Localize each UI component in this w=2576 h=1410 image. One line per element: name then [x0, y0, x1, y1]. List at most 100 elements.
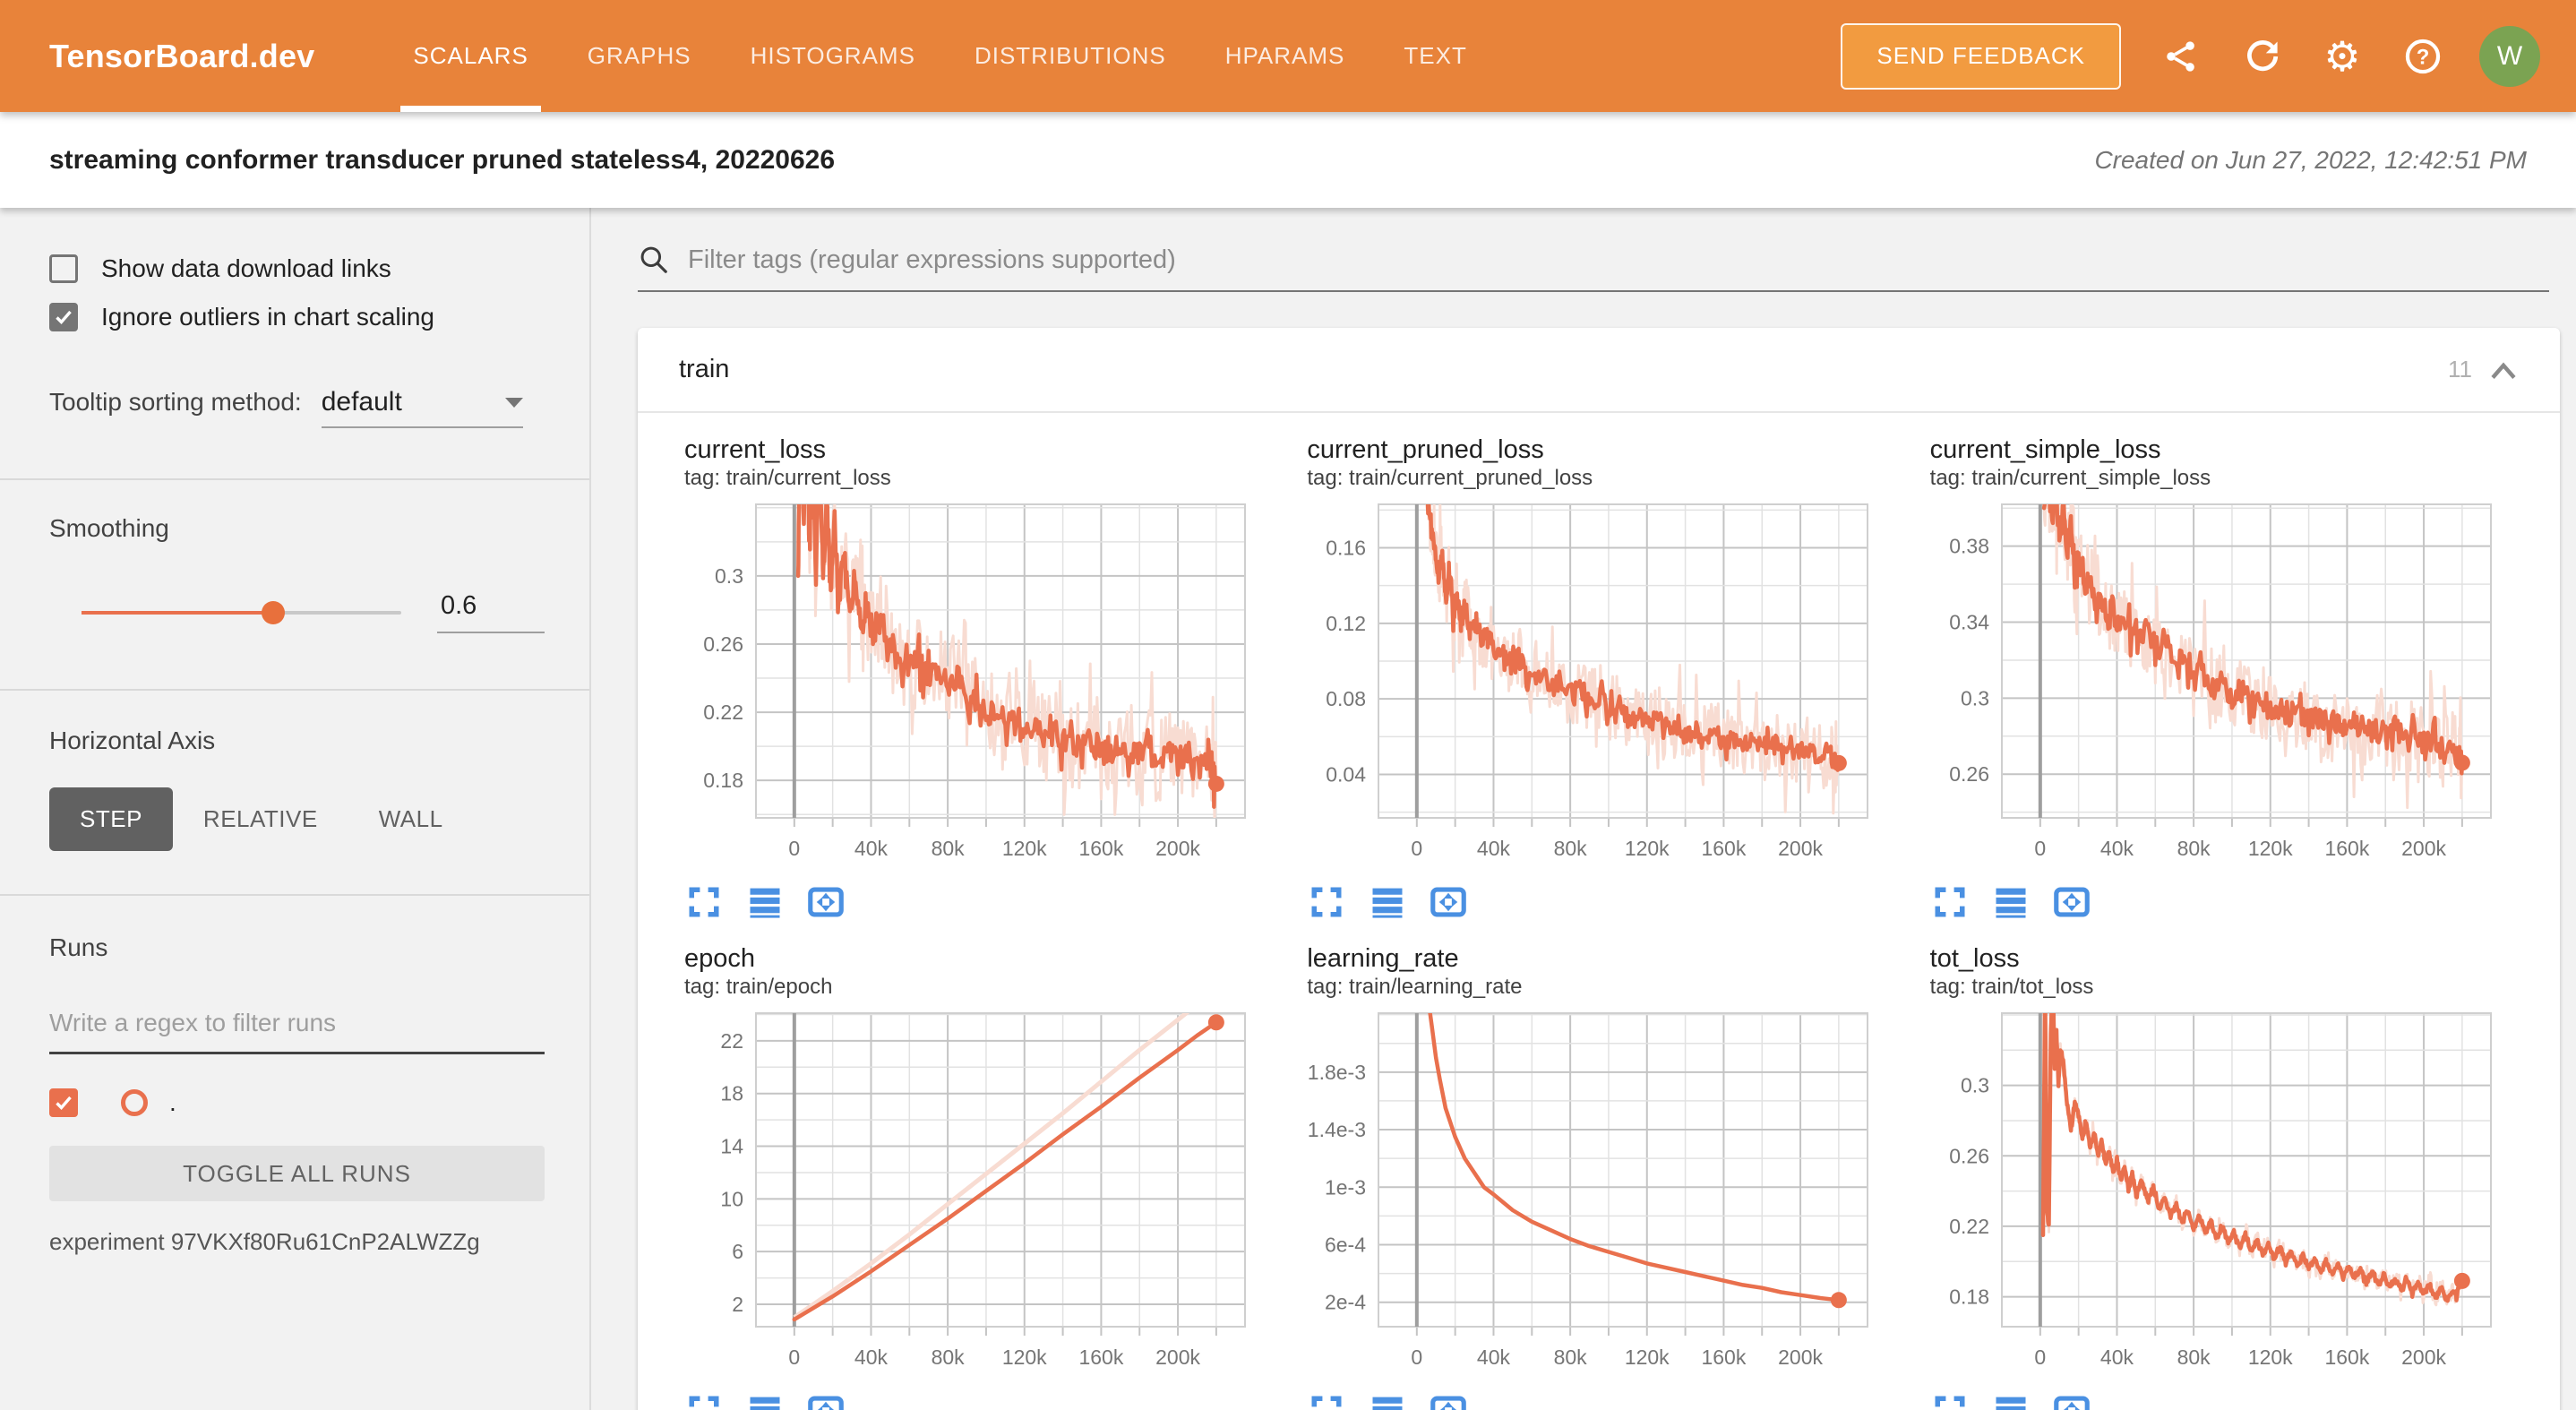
svg-text:18: 18	[720, 1082, 743, 1105]
chart-plot-epoch[interactable]: 2610141822040k80k120k160k200k	[684, 1008, 1258, 1380]
data-table-icon[interactable]	[1991, 882, 2031, 922]
svg-text:120k: 120k	[1002, 1346, 1047, 1369]
chart-toolbar	[1307, 1391, 1904, 1410]
chart-card-epoch: epochtag: train/epoch2610141822040k80k12…	[674, 943, 1282, 1410]
svg-text:0.26: 0.26	[703, 632, 743, 656]
svg-text:0: 0	[1412, 837, 1423, 860]
toggle-all-runs-button[interactable]: TOGGLE ALL RUNS	[49, 1146, 545, 1201]
fit-domain-icon[interactable]	[1429, 882, 1468, 922]
tag-filter-placeholder: Filter tags (regular expressions support…	[688, 245, 1176, 275]
data-table-icon[interactable]	[745, 882, 785, 922]
fit-domain-icon[interactable]	[2052, 882, 2091, 922]
tooltip-sorting-row: Tooltip sorting method: default	[49, 387, 545, 428]
svg-text:0.26: 0.26	[1949, 762, 1989, 786]
svg-text:0.3: 0.3	[1961, 686, 1989, 709]
show-download-links-checkbox[interactable]: Show data download links	[49, 254, 545, 283]
chart-card-current_loss: current_losstag: train/current_loss0.180…	[674, 434, 1282, 922]
svg-text:120k: 120k	[2247, 837, 2292, 860]
data-table-icon[interactable]	[1368, 1391, 1407, 1410]
run-color-swatch[interactable]	[121, 1089, 148, 1116]
svg-text:1e-3: 1e-3	[1325, 1175, 1366, 1199]
tab-graphs[interactable]: GRAPHS	[588, 0, 691, 112]
data-table-icon[interactable]	[1368, 882, 1407, 922]
tooltip-sorting-label: Tooltip sorting method:	[49, 388, 302, 417]
chart-title: learning_rate	[1307, 943, 1904, 974]
svg-text:40k: 40k	[2100, 1346, 2134, 1369]
svg-text:40k: 40k	[1477, 837, 1511, 860]
svg-text:2e-4: 2e-4	[1325, 1291, 1366, 1314]
tab-scalars[interactable]: SCALARS	[413, 0, 528, 112]
section-title: train	[679, 355, 729, 384]
axis-option-wall[interactable]: WALL	[348, 787, 474, 851]
svg-text:?: ?	[2417, 45, 2430, 69]
axis-option-relative[interactable]: RELATIVE	[173, 787, 348, 851]
chart-plot-learning_rate[interactable]: 2e-46e-41e-31.4e-31.8e-3040k80k120k160k2…	[1307, 1008, 1880, 1380]
svg-text:0: 0	[788, 1346, 800, 1369]
train-section-header[interactable]: train 11	[638, 328, 2560, 413]
ignore-outliers-checkbox[interactable]: Ignore outliers in chart scaling	[49, 303, 545, 331]
tab-histograms[interactable]: HISTOGRAMS	[751, 0, 915, 112]
chart-title: current_simple_loss	[1930, 434, 2528, 465]
fit-domain-icon[interactable]	[806, 882, 846, 922]
chart-plot-tot_loss[interactable]: 0.180.220.260.3040k80k120k160k200k	[1930, 1008, 2503, 1380]
expand-icon[interactable]	[684, 1391, 724, 1410]
svg-text:120k: 120k	[1625, 837, 1670, 860]
expand-icon[interactable]	[684, 882, 724, 922]
expand-icon[interactable]	[1930, 882, 1970, 922]
svg-text:0.22: 0.22	[703, 701, 743, 724]
chart-card-current_simple_loss: current_simple_losstag: train/current_si…	[1919, 434, 2528, 922]
svg-text:200k: 200k	[2401, 837, 2446, 860]
svg-text:200k: 200k	[1155, 837, 1200, 860]
chart-plot-current_pruned_loss[interactable]: 0.040.080.120.16040k80k120k160k200k	[1307, 499, 1880, 872]
chart-tag: tag: train/tot_loss	[1930, 974, 2528, 1001]
share-icon[interactable]	[2160, 36, 2202, 77]
checkbox-icon[interactable]	[49, 254, 78, 283]
chart-tag: tag: train/epoch	[684, 974, 1282, 1001]
checkbox-icon[interactable]	[49, 303, 78, 331]
smoothing-slider[interactable]	[82, 611, 401, 615]
axis-option-step[interactable]: STEP	[49, 787, 173, 851]
fit-domain-icon[interactable]	[1429, 1391, 1468, 1410]
refresh-icon[interactable]	[2241, 36, 2282, 77]
chart-card-tot_loss: tot_losstag: train/tot_loss0.180.220.260…	[1919, 943, 2528, 1410]
slider-thumb[interactable]	[262, 601, 285, 624]
avatar[interactable]: W	[2479, 26, 2540, 87]
svg-text:6e-4: 6e-4	[1325, 1233, 1366, 1256]
svg-text:22: 22	[720, 1029, 743, 1053]
data-table-icon[interactable]	[745, 1391, 785, 1410]
fit-domain-icon[interactable]	[2052, 1391, 2091, 1410]
expand-icon[interactable]	[1307, 1391, 1346, 1410]
tab-distributions[interactable]: DISTRIBUTIONS	[975, 0, 1166, 112]
chart-plot-current_loss[interactable]: 0.180.220.260.3040k80k120k160k200k	[684, 499, 1258, 872]
settings-icon[interactable]: ⚙	[2322, 36, 2363, 77]
tab-hparams[interactable]: HPARAMS	[1225, 0, 1345, 112]
tag-filter-input[interactable]: Filter tags (regular expressions support…	[638, 244, 2549, 292]
svg-text:40k: 40k	[1477, 1346, 1511, 1369]
svg-text:0.26: 0.26	[1949, 1144, 1989, 1167]
svg-text:1.4e-3: 1.4e-3	[1308, 1118, 1366, 1141]
run-checkbox[interactable]	[49, 1088, 78, 1117]
svg-text:6: 6	[732, 1240, 743, 1263]
chart-plot-current_simple_loss[interactable]: 0.260.30.340.38040k80k120k160k200k	[1930, 499, 2503, 872]
horizontal-axis-label: Horizontal Axis	[49, 726, 545, 755]
smoothing-label: Smoothing	[49, 514, 545, 543]
fit-domain-icon[interactable]	[806, 1391, 846, 1410]
app-logo[interactable]: TensorBoard.dev	[49, 38, 314, 75]
train-section-card: train 11 current_losstag: train/current_…	[638, 328, 2560, 1410]
expand-icon[interactable]	[1307, 882, 1346, 922]
svg-text:120k: 120k	[1625, 1346, 1670, 1369]
chart-tag: tag: train/learning_rate	[1307, 974, 1904, 1001]
help-icon[interactable]: ?	[2402, 36, 2443, 77]
runs-filter-input[interactable]: Write a regex to filter runs	[49, 1009, 545, 1054]
svg-text:0.16: 0.16	[1327, 536, 1367, 559]
data-table-icon[interactable]	[1991, 1391, 2031, 1410]
runs-label: Runs	[49, 933, 545, 962]
send-feedback-button[interactable]: SEND FEEDBACK	[1841, 23, 2121, 90]
tab-text[interactable]: TEXT	[1404, 0, 1466, 112]
chevron-up-icon[interactable]	[2488, 359, 2519, 381]
chart-toolbar	[684, 882, 1282, 922]
tooltip-sorting-select[interactable]: default	[322, 387, 523, 428]
expand-icon[interactable]	[1930, 1391, 1970, 1410]
smoothing-value-input[interactable]: 0.6	[437, 591, 545, 633]
top-navbar: TensorBoard.dev SCALARS GRAPHS HISTOGRAMS D…	[0, 0, 2576, 112]
